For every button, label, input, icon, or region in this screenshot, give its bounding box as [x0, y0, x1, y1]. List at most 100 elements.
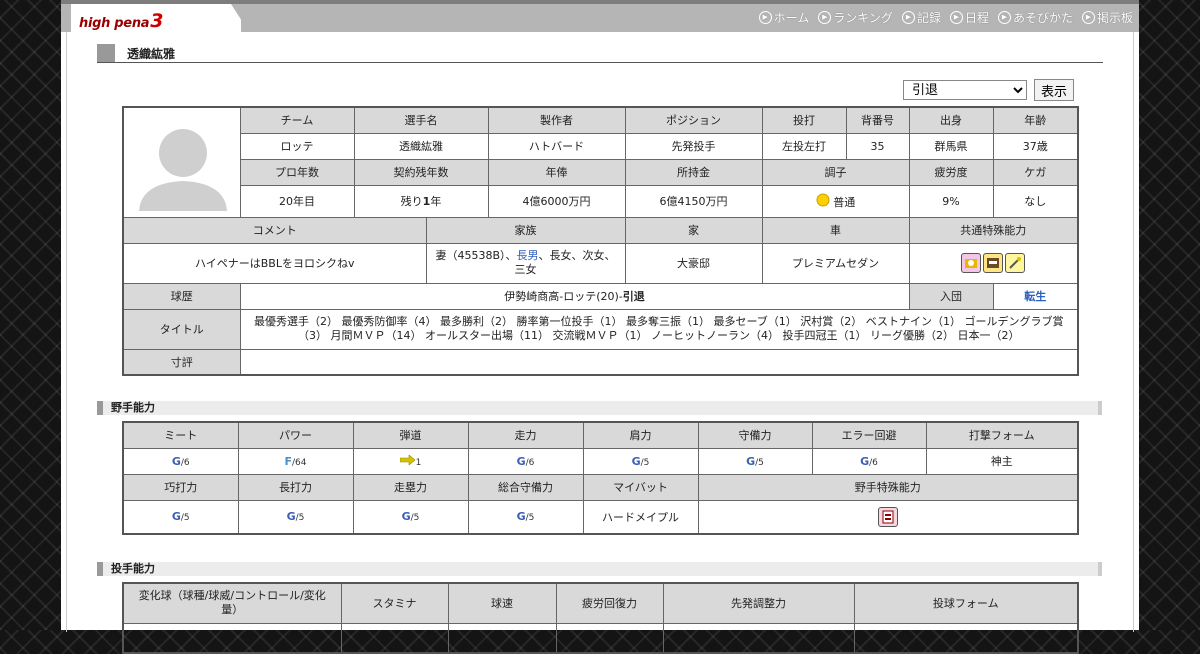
defense-value: G/5	[697, 447, 813, 475]
profile-table: チーム 選手名 製作者 ポジション 投打 背番号 出身 年齢 ロッテ 透織紘雅 …	[122, 106, 1079, 376]
ability-wand-icon[interactable]	[1005, 253, 1026, 273]
th-age: 年齢	[992, 106, 1079, 134]
number-value: 35	[845, 132, 910, 160]
th-comment: コメント	[122, 216, 427, 244]
creator-value: ハトバード	[487, 132, 626, 160]
th-fatigue: 疲労度	[908, 158, 994, 186]
th-baserun: 走塁力	[352, 473, 469, 501]
pro-years-value: 20年目	[239, 184, 355, 218]
position-value: 先発投手	[624, 132, 763, 160]
play-circle-icon: ▶	[758, 11, 772, 24]
fielder-table: ミート パワー 弾道 走力 肩力 守備力 エラー回避 打撃フォーム G/6 F/…	[122, 421, 1079, 535]
th-creator: 製作者	[487, 106, 626, 134]
th-family: 家族	[425, 216, 626, 244]
house-value: 大豪邸	[624, 242, 763, 284]
contact-value: G/5	[122, 499, 239, 535]
review-value	[239, 348, 1079, 376]
status-controls: 引退 表示	[903, 79, 1074, 101]
join-value[interactable]: 転生	[992, 282, 1079, 310]
money-value: 6億4150万円	[624, 184, 763, 218]
ability-badge-icon[interactable]	[961, 253, 982, 273]
th-defense: 守備力	[697, 421, 813, 449]
trajectory-arrow-icon	[399, 453, 416, 466]
nav-schedule[interactable]: ▶ 日程	[949, 9, 989, 26]
main-nav: ▶ ホーム ▶ ランキング ▶ 記録 ▶ 日程 ▶ あそびかた ▶ 掲示板	[758, 9, 1133, 26]
fielder-section-title: 野手能力	[111, 401, 155, 414]
th-breaking-ball: 変化球（球種/球威/コントロール/変化 量）	[122, 582, 342, 624]
th-career: 球歴	[122, 282, 241, 310]
nav-ranking[interactable]: ▶ ランキング	[818, 9, 893, 26]
th-number: 背番号	[845, 106, 910, 134]
speed-value: G/6	[467, 447, 584, 475]
power-value: F/64	[237, 447, 354, 475]
site-logo[interactable]: high pena3	[79, 10, 163, 32]
th-player-name: 選手名	[353, 106, 489, 134]
condition-value: 普通	[761, 184, 910, 218]
th-house: 家	[624, 216, 763, 244]
ability-face-icon[interactable]	[983, 253, 1004, 273]
th-contact: 巧打力	[122, 473, 239, 501]
batting-form-value: 神主	[925, 447, 1079, 475]
team-value: ロッテ	[239, 132, 355, 160]
th-starter-adjust: 先発調整力	[662, 582, 855, 624]
th-total-defense: 総合守備力	[467, 473, 584, 501]
throw-bat-value: 左投左打	[761, 132, 847, 160]
th-titles: タイトル	[122, 308, 241, 350]
play-circle-icon: ▶	[997, 11, 1011, 24]
section-marker	[97, 562, 103, 576]
reincarnation-link[interactable]: 転生	[1024, 290, 1046, 303]
nav-home[interactable]: ▶ ホーム	[758, 9, 809, 26]
section-marker-right	[1098, 562, 1102, 576]
th-hometown: 出身	[908, 106, 994, 134]
pitch-cell	[853, 622, 1079, 654]
pitch-cell	[122, 622, 342, 654]
family-son-link[interactable]: 長男	[517, 249, 539, 262]
condition-face-icon	[816, 193, 830, 206]
top-strip	[61, 0, 1139, 4]
th-injury: ケガ	[992, 158, 1079, 186]
player-name-title: 透織紘雅	[127, 47, 176, 61]
th-position: ポジション	[624, 106, 763, 134]
meet-value: G/6	[122, 447, 239, 475]
pitch-cell	[662, 622, 855, 654]
th-fielder-ability: 野手特殊能力	[697, 473, 1079, 501]
top-bar: high pena3 ▶ ホーム ▶ ランキング ▶ 記録 ▶ 日程 ▶ あそびかた ▶ 掲…	[61, 0, 1139, 32]
th-join: 入団	[908, 282, 994, 310]
th-long-hit: 長打力	[237, 473, 354, 501]
th-my-bat: マイバット	[582, 473, 699, 501]
th-review: 寸評	[122, 348, 241, 376]
th-batting-form: 打撃フォーム	[925, 421, 1079, 449]
player-heading: 透織紘雅	[97, 44, 1103, 63]
nav-board[interactable]: ▶ 掲示板	[1081, 9, 1133, 26]
nav-records[interactable]: ▶ 記録	[901, 9, 941, 26]
th-money: 所持金	[624, 158, 763, 186]
error-avoid-value: G/6	[811, 447, 927, 475]
th-velocity: 球速	[447, 582, 557, 624]
age-value: 37歳	[992, 132, 1079, 160]
th-pro-years: プロ年数	[239, 158, 355, 186]
baserun-value: G/5	[352, 499, 469, 535]
section-marker	[97, 401, 103, 415]
th-power: パワー	[237, 421, 354, 449]
th-speed: 走力	[467, 421, 584, 449]
comment-value: ハイペナーはBBLをヨロシクねv	[122, 242, 427, 284]
fielder-ability-icons	[697, 499, 1079, 535]
nav-howto[interactable]: ▶ あそびかた	[997, 9, 1073, 26]
pitcher-section-title: 投手能力	[111, 562, 155, 575]
th-common-ability: 共通特殊能力	[908, 216, 1079, 244]
fielder-section-header: 野手能力	[97, 401, 1102, 415]
career-value: 伊勢崎商高-ロッテ(20)-引退	[239, 282, 910, 310]
pitch-cell	[340, 622, 449, 654]
pitcher-table: 変化球（球種/球威/コントロール/変化 量） スタミナ 球速 疲労回復力 先発調整…	[122, 582, 1079, 654]
logo-area[interactable]: high pena3	[71, 4, 241, 32]
play-circle-icon: ▶	[1081, 11, 1095, 24]
th-error-avoid: エラー回避	[811, 421, 927, 449]
family-value: 妻（45538B）、長男、長女、次女、 三女	[425, 242, 626, 284]
ability-face-icon[interactable]	[877, 506, 898, 527]
play-circle-icon: ▶	[818, 11, 832, 24]
status-select[interactable]: 引退	[903, 80, 1027, 100]
th-pitching-form: 投球フォーム	[853, 582, 1079, 624]
hometown-value: 群馬県	[908, 132, 994, 160]
th-trajectory: 弾道	[352, 421, 469, 449]
show-button[interactable]: 表示	[1034, 79, 1074, 101]
